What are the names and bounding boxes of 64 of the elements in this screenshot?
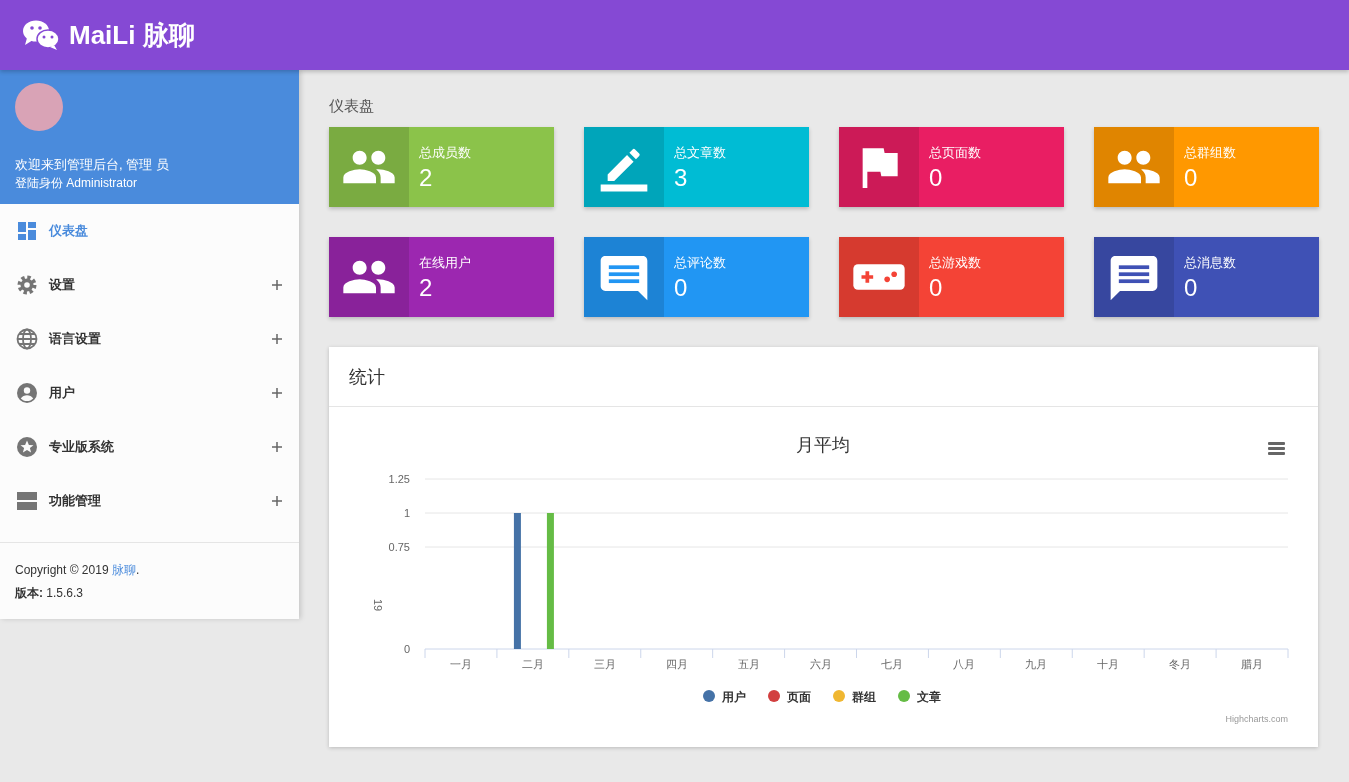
card-value: 0 xyxy=(674,274,689,302)
y-tick-label: 1 xyxy=(403,507,410,519)
menu-icon[interactable] xyxy=(1268,442,1285,455)
card-label: 在线用户 xyxy=(419,254,471,272)
plus-icon xyxy=(271,495,283,507)
y-tick-label: 0.75 xyxy=(388,541,410,553)
chart-title: 月平均 xyxy=(796,435,850,455)
role-text: 登陆身份 Administrator xyxy=(15,175,139,192)
legend-label[interactable]: 页面 xyxy=(787,690,811,704)
chat-bubbles-icon xyxy=(23,20,59,50)
x-tick-label: 九月 xyxy=(1025,658,1048,670)
x-tick-label: 一月 xyxy=(449,658,472,670)
card-value: 3 xyxy=(674,164,689,192)
menu-item[interactable]: 语言设置 xyxy=(0,312,299,366)
legend-label[interactable]: 群组 xyxy=(852,690,876,704)
x-tick-label: 腊月 xyxy=(1241,658,1264,670)
globe-icon xyxy=(15,327,39,351)
menu-item[interactable]: 用户 xyxy=(0,366,299,420)
brand-title[interactable]: MaiLi 脉聊 xyxy=(69,17,195,53)
card-label: 总群组数 xyxy=(1184,144,1236,162)
card-label: 总游戏数 xyxy=(929,254,981,272)
x-tick-label: 四月 xyxy=(665,658,688,670)
legend-label[interactable]: 文章 xyxy=(917,690,941,704)
card-value: 2 xyxy=(419,164,434,192)
card-value: 0 xyxy=(1184,274,1199,302)
page-title: 仪表盘 xyxy=(329,97,375,116)
x-tick-label: 五月 xyxy=(737,658,760,670)
plus-icon xyxy=(271,441,283,453)
dashboard-icon xyxy=(15,219,39,243)
y-tick-label: 1.25 xyxy=(388,473,410,485)
panels-icon xyxy=(15,489,39,513)
card-label: 总文章数 xyxy=(674,144,726,162)
x-tick-label: 二月 xyxy=(521,658,544,670)
settings-icon xyxy=(15,273,39,297)
card-label: 总评论数 xyxy=(674,254,726,272)
card-value: 0 xyxy=(1184,164,1199,192)
plus-icon xyxy=(271,387,283,399)
version-text: 版本: 1.5.6.3 xyxy=(15,585,85,602)
card-label: 总成员数 xyxy=(419,144,471,162)
x-tick-label: 七月 xyxy=(881,658,904,670)
copyright-text: Copyright © 2019 脉聊. xyxy=(15,562,141,579)
person-icon xyxy=(15,381,39,405)
y-tick-label: 0 xyxy=(403,643,410,655)
plus-icon xyxy=(271,279,283,291)
menu-item[interactable]: 专业版系统 xyxy=(0,420,299,474)
x-tick-label: 六月 xyxy=(809,658,832,670)
menu-item[interactable]: 功能管理 xyxy=(0,474,299,528)
plus-icon xyxy=(271,333,283,345)
card-value: 0 xyxy=(929,274,944,302)
x-tick-label: 冬月 xyxy=(1169,658,1192,670)
menu-item[interactable]: 设置 xyxy=(0,258,299,312)
panel-title: 统计 xyxy=(349,365,385,389)
x-tick-label: 八月 xyxy=(953,658,976,670)
card-value: 0 xyxy=(929,164,944,192)
brand-link[interactable]: 脉聊 xyxy=(111,563,136,577)
card-value: 2 xyxy=(419,274,434,302)
y-axis-title: 19 xyxy=(372,598,384,612)
card-label: 总页面数 xyxy=(929,144,981,162)
x-tick-label: 三月 xyxy=(593,658,616,670)
card-label: 总消息数 xyxy=(1184,254,1236,272)
welcome-text: 欢迎来到管理后台, 管理 员 xyxy=(15,156,170,174)
avatar-placeholder xyxy=(15,83,63,131)
legend-label[interactable]: 用户 xyxy=(722,690,746,704)
x-tick-label: 十月 xyxy=(1097,658,1120,670)
